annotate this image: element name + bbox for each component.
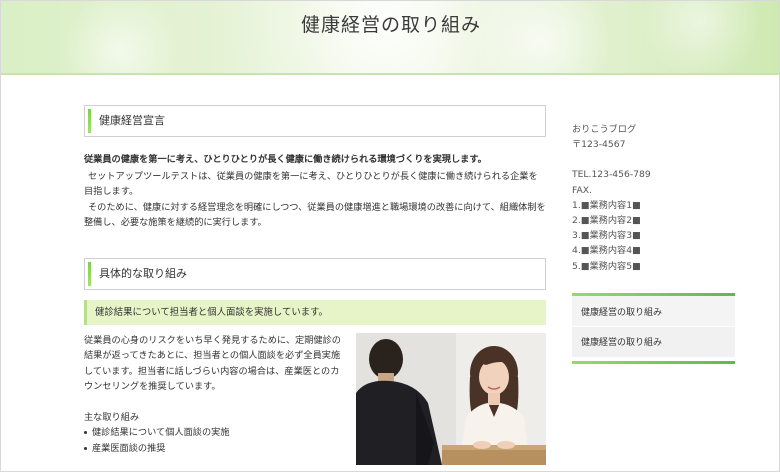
paragraph: そのために、健康に対する経営理念を明確にしつつ、従業員の健康増進と職場環境の改善…	[84, 201, 546, 229]
lead-text: 従業員の健康を第一に考え、ひとりひとりが長く健康に働き続けられる環境づくりを実現…	[84, 154, 487, 165]
section-heading-declaration: 健康経営宣言	[84, 105, 546, 137]
service-item: 5.■業務内容5■	[572, 260, 641, 272]
subheading: 健診結果について担当者と個人面談を実施しています。	[84, 299, 546, 325]
list-item: 産業医面談の推奨	[84, 441, 346, 457]
paragraph: セットアップツールテストは、従業員の健康を第一に考え、ひとりひとりが長く健康に働…	[84, 170, 538, 198]
site-header: 健康経営の取り組み	[1, 1, 779, 75]
service-item: 4.■業務内容4■	[572, 245, 641, 257]
menu-accent-bar	[572, 361, 735, 364]
interview-photo	[356, 332, 546, 465]
header-divider	[1, 73, 779, 75]
heading-accent-bar	[88, 109, 91, 133]
company-name: おりこうブログ	[572, 124, 637, 135]
row-text: 従業員の心身のリスクをいち早く発見するために、定期健診の結果が返ってきたあとに、…	[84, 333, 346, 457]
service-item: 1.■業務内容1■	[572, 199, 641, 211]
interview-illustration	[356, 332, 546, 465]
page-title: 健康経営の取り組み	[300, 14, 481, 36]
sidebar-menu-item[interactable]: 健康経営の取り組み	[572, 296, 735, 327]
telephone: TEL.123-456-789	[572, 169, 651, 181]
sidebar-menu-item[interactable]: 健康経営の取り組み	[572, 327, 735, 358]
paragraph: 従業員の心身のリスクをいち早く発見するために、定期健診の結果が返ってきたあとに、…	[84, 334, 341, 393]
section-heading-text: 具体的な取り組み	[99, 266, 187, 280]
service-item: 3.■業務内容3■	[572, 230, 641, 242]
sidebar-menu: 健康経営の取り組み 健康経営の取り組み	[572, 293, 735, 364]
service-item: 2.■業務内容2■	[572, 215, 641, 227]
postal-code: 〒123-4567	[572, 139, 626, 151]
initiative-list: 健診結果について個人面談の実施 産業医面談の推奨	[84, 425, 346, 456]
sidebar-info: おりこうブログ 〒123-4567 TEL.123-456-789 FAX. 1…	[572, 122, 735, 274]
main-content: 健康経営宣言 従業員の健康を第一に考え、ひとりひとりが長く健康に働き続けられる環…	[84, 105, 546, 465]
fax: FAX.	[572, 184, 592, 196]
list-heading: 主な取り組み	[84, 411, 140, 423]
heading-accent-bar	[88, 261, 91, 286]
section-heading-text: 健康経営宣言	[99, 114, 165, 127]
section-heading-initiatives: 具体的な取り組み	[84, 257, 546, 290]
content-row: 従業員の心身のリスクをいち早く発見するために、定期健診の結果が返ってきたあとに、…	[84, 332, 546, 465]
list-item: 健診結果について個人面談の実施	[84, 425, 346, 441]
page-frame: 健康経営の取り組み 健康経営宣言 従業員の健康を第一に考え、ひとりひとりが長く健…	[0, 0, 780, 472]
